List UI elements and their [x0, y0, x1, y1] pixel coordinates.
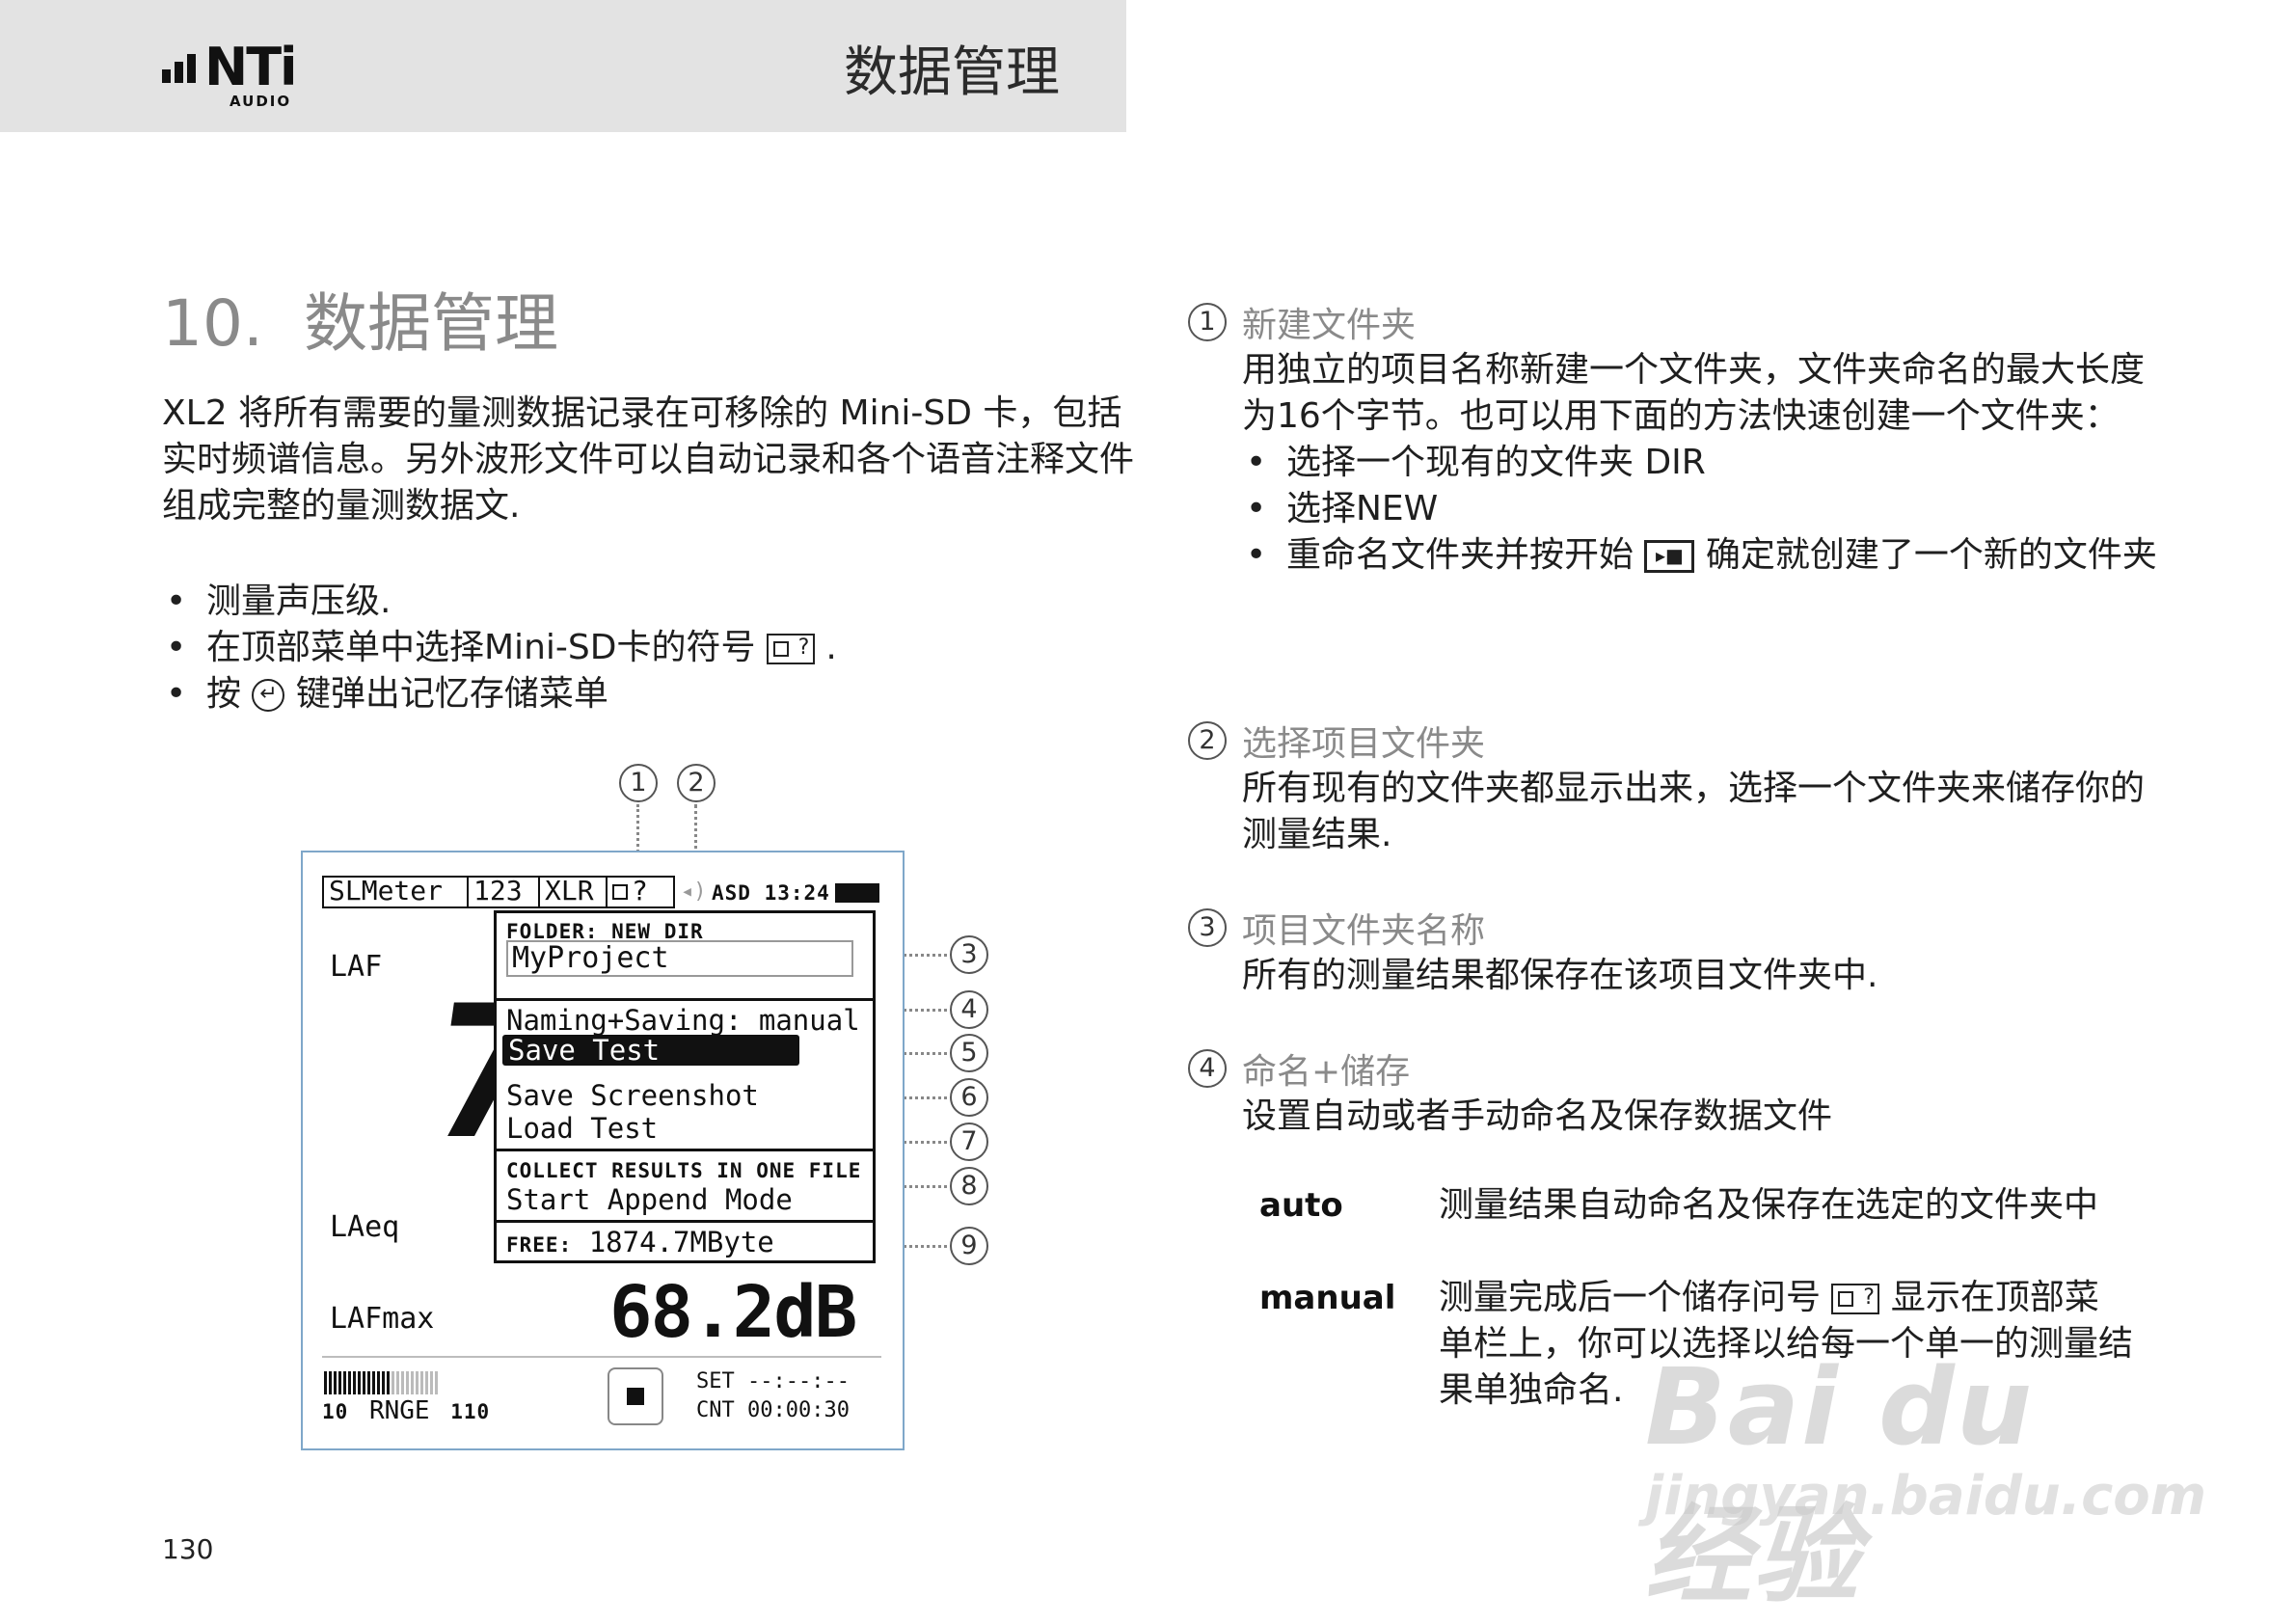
speaker-icon: ◂) — [681, 879, 707, 904]
callout-4: 4 — [1188, 1049, 1227, 1088]
collect-results-label: COLLECT RESULTS IN ONE FILE — [506, 1159, 862, 1182]
list-item: 选择一个现有的文件夹 DIR — [1242, 440, 2168, 486]
logo-subtext: AUDIO — [230, 93, 292, 110]
header-title: 数据管理 — [844, 41, 1060, 104]
list-item: 重命名文件夹并按开始 ▸■ 确定就创建了一个新的文件夹 — [1242, 532, 2168, 579]
callout-1: 1 — [1188, 303, 1227, 341]
list-item: 在顶部菜单中选择Mini-SD卡的符号 ? . — [162, 625, 1126, 671]
callout-5: 5 — [950, 1034, 988, 1072]
list-item: 按 ↵ 键弹出记忆存储菜单 — [162, 671, 1126, 717]
item-body: 用独立的项目名称新建一个文件夹，文件夹命名的最大长度为16个字节。也可以用下面的… — [1242, 350, 2146, 436]
item-title: 选择项目文件夹 — [1242, 724, 1486, 764]
status-text: ASD 13:24 — [712, 881, 830, 905]
item-body: 所有的测量结果都保存在该项目文件夹中. — [1242, 956, 1878, 995]
list-item: 选择NEW — [1242, 486, 2168, 532]
level-meter-bar — [324, 1371, 440, 1398]
option-auto-label: auto — [1259, 1186, 1343, 1225]
item-body: 设置自动或者手动命名及保存数据文件 — [1242, 1096, 1833, 1136]
screen-divider — [322, 1356, 881, 1358]
callout-3: 3 — [1188, 908, 1227, 947]
menu-divider — [497, 1149, 873, 1151]
label-laeq: LAeq — [330, 1210, 400, 1244]
menu-divider — [497, 998, 873, 1001]
callout-2: 2 — [677, 764, 716, 802]
item-title: 项目文件夹名称 — [1242, 911, 1486, 951]
sd-card-icon: ? — [1831, 1284, 1880, 1314]
callout-8: 8 — [950, 1167, 988, 1205]
callout-7: 7 — [950, 1123, 988, 1161]
menu-item-naming-saving[interactable]: Naming+Saving: manual — [506, 1004, 860, 1037]
menu-item-save-test[interactable]: Save Test — [502, 1035, 799, 1066]
menu-item-start-append[interactable]: Start Append Mode — [506, 1183, 793, 1216]
sd-card-icon — [612, 884, 628, 900]
option-manual-desc: 测量完成后一个储存问号 ? 显示在顶部菜单栏上，你可以选择以给每一个单一的测量结… — [1439, 1278, 2134, 1410]
section-title: 10. 数据管理 — [162, 272, 558, 365]
left-bullet-list: 测量声压级. 在顶部菜单中选择Mini-SD卡的符号 ? . 按 ↵ 键弹出记忆… — [162, 579, 1126, 717]
item-new-folder: 新建文件夹 用独立的项目名称新建一个文件夹，文件夹命名的最大长度为16个字节。也… — [1242, 297, 2168, 579]
intro-paragraph: XL2 将所有需要的量测数据记录在可移除的 Mini-SD 卡，包括实时频谱信息… — [162, 393, 1135, 526]
tab-xlr[interactable]: XLR — [538, 876, 608, 908]
item-title: 新建文件夹 — [1242, 306, 1417, 345]
item-folder-name: 项目文件夹名称 所有的测量结果都保存在该项目文件夹中. — [1242, 903, 2168, 999]
option-auto-desc: 测量结果自动命名及保存在选定的文件夹中 — [1439, 1185, 2099, 1225]
battery-icon — [835, 883, 879, 903]
callout-2: 2 — [1188, 721, 1227, 760]
option-manual-label: manual — [1259, 1279, 1396, 1317]
tab-slmeter[interactable]: SLMeter — [322, 876, 469, 908]
free-space-readout: FREE: 1874.7MByte — [506, 1226, 774, 1258]
label-lafmax: LAFmax — [330, 1302, 435, 1336]
item-bullet-list: 选择一个现有的文件夹 DIR 选择NEW 重命名文件夹并按开始 ▸■ 确定就创建… — [1242, 440, 2168, 579]
callout-9: 9 — [950, 1227, 988, 1265]
callout-6: 6 — [950, 1078, 988, 1117]
menu-divider — [497, 1220, 873, 1223]
section-title-text: 数据管理 — [303, 286, 558, 361]
tab-sd-card[interactable]: ? — [606, 876, 675, 908]
nti-audio-logo: NTi AUDIO — [162, 37, 326, 110]
logo-text: NTi — [204, 37, 298, 97]
menu-item-save-screenshot[interactable]: Save Screenshot — [506, 1079, 759, 1112]
watermark-url: jingyan.baidu.com — [1645, 1465, 2207, 1528]
stop-button[interactable] — [608, 1367, 663, 1425]
menu-item-load-test[interactable]: Load Test — [506, 1112, 658, 1145]
enter-key-icon: ↵ — [252, 679, 285, 712]
set-line: SET --:--:-- — [696, 1369, 850, 1393]
list-item: 测量声压级. — [162, 579, 1126, 625]
timer-readout: SET --:--:-- CNT 00:00:30 — [696, 1367, 850, 1425]
sd-card-icon: ? — [766, 634, 815, 664]
logo-bars-icon — [162, 54, 200, 83]
folder-name-input[interactable]: MyProject — [506, 940, 853, 977]
label-laf: LAF — [330, 950, 383, 984]
device-topbar: SLMeter 123 XLR ? ◂) ASD 13:24 — [322, 876, 881, 908]
tab-123[interactable]: 123 — [467, 876, 540, 908]
callout-3: 3 — [950, 935, 988, 974]
item-title: 命名+储存 — [1242, 1052, 1411, 1092]
item-select-folder: 选择项目文件夹 所有现有的文件夹都显示出来，选择一个文件夹来储存你的测量结果. — [1242, 716, 2168, 858]
page-number: 130 — [162, 1533, 214, 1565]
lafmax-value: 68.2dB — [609, 1271, 857, 1354]
item-body: 所有现有的文件夹都显示出来，选择一个文件夹来储存你的测量结果. — [1242, 769, 2146, 854]
cnt-line: CNT 00:00:30 — [696, 1398, 850, 1422]
section-number: 10. — [162, 286, 263, 361]
range-readout: 10 RNGE 110 — [322, 1396, 491, 1425]
callout-4: 4 — [950, 990, 988, 1029]
callout-1: 1 — [619, 764, 658, 802]
memory-menu: FOLDER: NEW DIR MyProject Naming+Saving:… — [494, 910, 876, 1263]
start-play-icon: ▸■ — [1644, 540, 1695, 573]
item-naming-saving: 命名+储存 设置自动或者手动命名及保存数据文件 — [1242, 1043, 2168, 1140]
